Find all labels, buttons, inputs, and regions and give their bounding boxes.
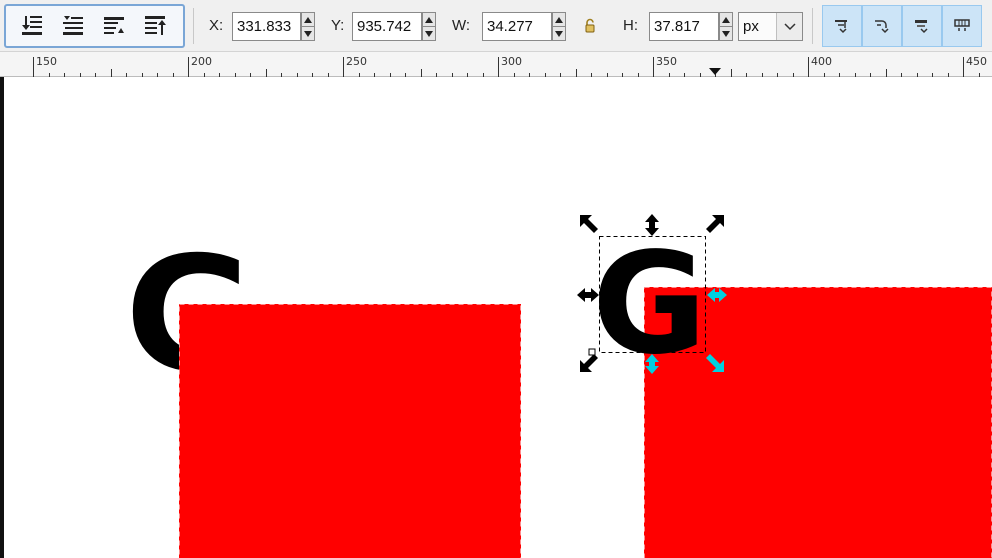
toolbar-separator [812,8,813,44]
x-input[interactable] [232,12,301,41]
left-red-rectangle[interactable] [179,304,521,558]
unit-dropdown-arrow[interactable] [776,13,802,40]
raise-button[interactable] [100,11,130,41]
ruler-label: 400 [811,55,832,68]
ruler-position-marker [709,68,721,75]
ruler-label: 250 [346,55,367,68]
lower-icon [62,16,83,35]
raise-icon [104,17,125,34]
h-spinner[interactable] [719,12,733,41]
h-label: H: [623,17,638,34]
scale-rounded-corners-toggle[interactable] [862,5,902,47]
move-gradients-toggle[interactable] [902,5,942,47]
ruler-label: 200 [191,55,212,68]
w-increment[interactable] [553,13,565,26]
h-input[interactable] [649,12,719,41]
y-decrement[interactable] [423,26,435,40]
ruler-label: 150 [36,55,57,68]
y-label: Y: [331,17,345,34]
move-patterns-toggle[interactable] [942,5,982,47]
w-input[interactable] [482,12,552,41]
rotation-center-marker[interactable] [588,348,596,356]
w-label: W: [452,17,471,34]
x-increment[interactable] [302,13,314,26]
scale-stroke-icon [835,20,847,34]
x-decrement[interactable] [302,26,314,40]
y-input[interactable] [352,12,422,41]
unit-value: px [743,18,759,35]
raise-to-top-icon [145,16,167,35]
h-increment[interactable] [720,13,732,26]
scale-stroke-toggle[interactable] [822,5,862,47]
x-label: X: [209,17,224,34]
lower-to-bottom-button[interactable] [18,11,48,41]
chevron-down-icon [783,22,796,30]
canvas-drawing: G G [125,214,992,558]
w-decrement[interactable] [553,26,565,40]
unlock-icon [585,18,595,33]
w-spinner[interactable] [552,12,566,41]
ruler-label: 350 [656,55,677,68]
unit-select[interactable]: px [738,12,803,41]
lower-to-bottom-icon [21,16,42,35]
ruler-ticks [33,57,980,77]
raise-to-top-button[interactable] [141,11,171,41]
canvas-left-border [0,77,4,558]
ruler-label: 300 [501,55,522,68]
resize-handle-top-right[interactable] [706,215,724,233]
ruler-label: 450 [966,55,987,68]
toolbar-separator [193,8,194,44]
horizontal-ruler[interactable]: 150 200 250 300 350 400 450 [0,52,992,77]
lock-ratio-button[interactable] [582,18,598,34]
lower-button[interactable] [59,11,89,41]
y-spinner[interactable] [422,12,436,41]
drawing-canvas[interactable]: G G [0,77,992,558]
rounded-corners-icon [875,20,889,34]
y-increment[interactable] [423,13,435,26]
z-order-button-group [4,4,185,48]
h-decrement[interactable] [720,26,732,40]
pattern-icon [954,19,970,31]
x-spinner[interactable] [301,12,315,41]
gradient-icon [915,20,928,34]
tool-controls-bar: X: Y: W: H: px [0,0,992,52]
